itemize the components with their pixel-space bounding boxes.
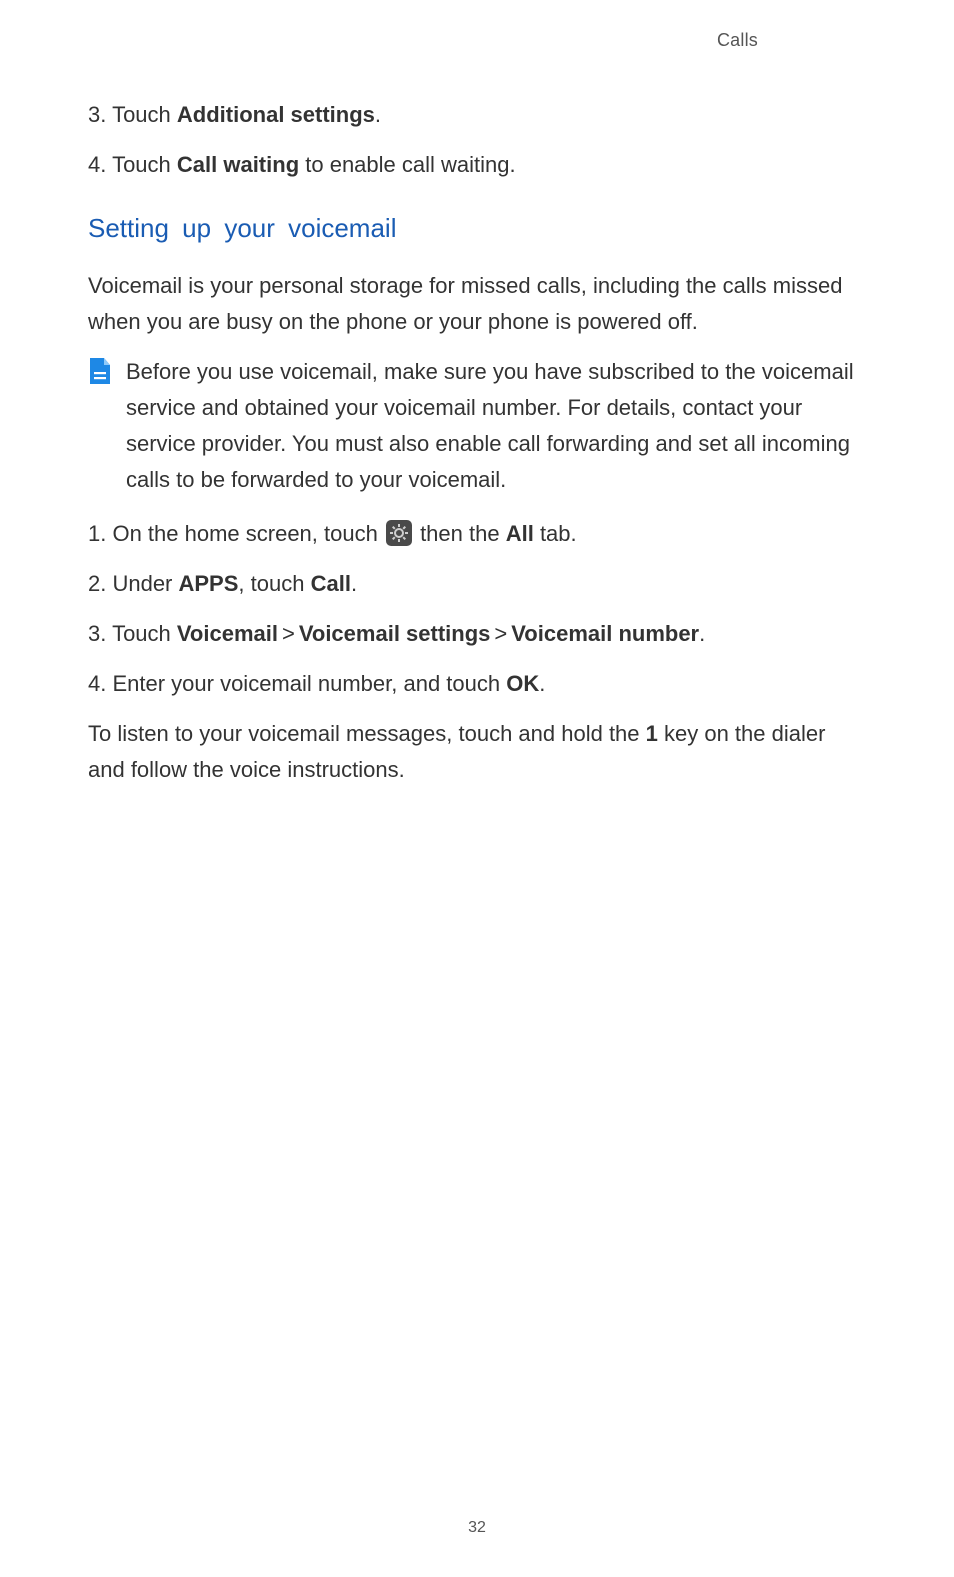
step-3-voicemail-path: 3. Touch Voicemail>Voicemail settings>Vo… xyxy=(88,616,866,652)
step-1-home-screen: 1. On the home screen, touch xyxy=(88,516,866,552)
step-2-apps-call: 2. Under APPS, touch Call. xyxy=(88,566,866,602)
text: 2. Under xyxy=(88,571,179,596)
separator: > xyxy=(494,621,507,646)
section-heading-voicemail: Setting up your voicemail xyxy=(88,213,866,244)
text: 3. Touch xyxy=(88,102,177,127)
step-3-additional-settings: 3. Touch Additional settings. xyxy=(88,97,866,133)
text: then the xyxy=(414,521,506,546)
separator: > xyxy=(282,621,295,646)
step-4-call-waiting: 4. Touch Call waiting to enable call wai… xyxy=(88,147,866,183)
text: . xyxy=(375,102,381,127)
text: To listen to your voicemail messages, to… xyxy=(88,721,646,746)
text: 3. Touch xyxy=(88,621,177,646)
text: . xyxy=(699,621,705,646)
text-bold: Call xyxy=(311,571,351,596)
text-bold: Voicemail xyxy=(177,621,278,646)
text-bold: 1 xyxy=(646,721,658,746)
text: to enable call waiting. xyxy=(299,152,515,177)
text: 1. On the home screen, touch xyxy=(88,521,384,546)
text: , touch xyxy=(238,571,310,596)
closing-paragraph: To listen to your voicemail messages, to… xyxy=(88,716,866,788)
note-icon xyxy=(88,358,112,391)
text: 4. Enter your voicemail number, and touc… xyxy=(88,671,506,696)
header-section-label: Calls xyxy=(88,30,758,51)
voicemail-intro: Voicemail is your personal storage for m… xyxy=(88,268,866,340)
text: . xyxy=(539,671,545,696)
page-number: 32 xyxy=(0,1519,954,1537)
note-text: Before you use voicemail, make sure you … xyxy=(126,354,866,498)
document-page: Calls 3. Touch Additional settings. 4. T… xyxy=(0,0,954,1577)
settings-icon xyxy=(386,520,412,546)
text-bold: OK xyxy=(506,671,539,696)
step-4-enter-number: 4. Enter your voicemail number, and touc… xyxy=(88,666,866,702)
text-bold: Voicemail settings xyxy=(299,621,491,646)
text: . xyxy=(351,571,357,596)
text: tab. xyxy=(534,521,577,546)
text: 4. Touch xyxy=(88,152,177,177)
text-bold: Voicemail number xyxy=(511,621,699,646)
text-bold: Call waiting xyxy=(177,152,299,177)
note-block: Before you use voicemail, make sure you … xyxy=(88,354,866,498)
text-bold: Additional settings xyxy=(177,102,375,127)
text-bold: All xyxy=(506,521,534,546)
text-bold: APPS xyxy=(179,571,239,596)
